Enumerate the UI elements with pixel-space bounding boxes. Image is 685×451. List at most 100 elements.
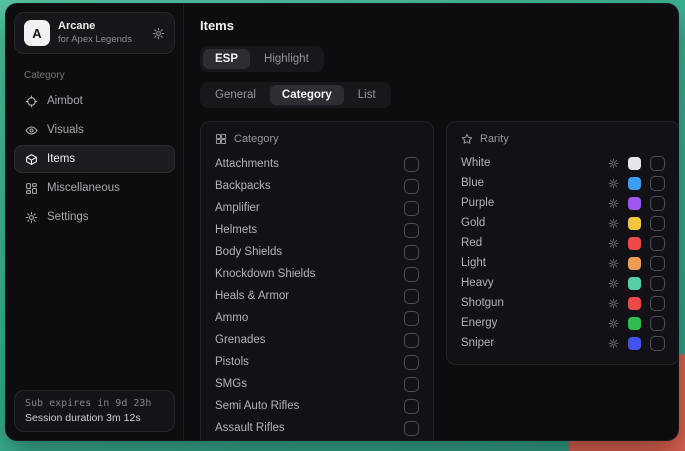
- category-row-label: Amplifier: [215, 202, 404, 214]
- color-swatch[interactable]: [628, 337, 641, 350]
- rarity-row-label: Sniper: [461, 337, 608, 349]
- tab-esp[interactable]: ESP: [203, 49, 250, 69]
- checkbox[interactable]: [404, 355, 419, 370]
- eye-icon: [25, 124, 38, 137]
- rarity-row: Light: [461, 253, 665, 273]
- rarity-row: Sniper: [461, 333, 665, 353]
- sidebar-item-label: Settings: [47, 211, 89, 223]
- tab-list[interactable]: List: [346, 85, 388, 105]
- category-row: Backpacks: [215, 175, 419, 197]
- checkbox[interactable]: [404, 289, 419, 304]
- checkbox[interactable]: [404, 333, 419, 348]
- color-swatch[interactable]: [628, 197, 641, 210]
- gear-icon: [25, 211, 38, 224]
- checkbox[interactable]: [404, 311, 419, 326]
- color-swatch[interactable]: [628, 277, 641, 290]
- color-swatch[interactable]: [628, 217, 641, 230]
- rarity-settings-icon[interactable]: [608, 158, 619, 169]
- star-icon: [461, 133, 473, 145]
- category-row-label: Attachments: [215, 158, 404, 170]
- category-row-label: Body Shields: [215, 246, 404, 258]
- category-row: Pistols: [215, 351, 419, 373]
- brand-card: A Arcane for Apex Legends: [14, 12, 175, 54]
- gear-icon[interactable]: [152, 27, 165, 40]
- checkbox[interactable]: [404, 179, 419, 194]
- checkbox[interactable]: [650, 176, 665, 191]
- checkbox[interactable]: [650, 256, 665, 271]
- category-row-label: Semi Auto Rifles: [215, 400, 404, 412]
- sidebar-item-settings[interactable]: Settings: [14, 203, 175, 231]
- category-row: Heals & Armor: [215, 285, 419, 307]
- category-row: SMGs: [215, 373, 419, 395]
- checkbox[interactable]: [650, 276, 665, 291]
- category-row: Semi Auto Rifles: [215, 395, 419, 417]
- sidebar-item-aimbot[interactable]: Aimbot: [14, 87, 175, 115]
- rarity-row-label: Gold: [461, 217, 608, 229]
- color-swatch[interactable]: [628, 257, 641, 270]
- sidebar-item-miscellaneous[interactable]: Miscellaneous: [14, 174, 175, 202]
- checkbox[interactable]: [650, 156, 665, 171]
- rarity-row-label: Energy: [461, 317, 608, 329]
- sidebar-item-visuals[interactable]: Visuals: [14, 116, 175, 144]
- category-row: LMGs: [215, 439, 419, 441]
- rarity-settings-icon[interactable]: [608, 238, 619, 249]
- rarity-row: Red: [461, 233, 665, 253]
- checkbox[interactable]: [650, 316, 665, 331]
- rarity-settings-icon[interactable]: [608, 258, 619, 269]
- category-row: Attachments: [215, 153, 419, 175]
- brand-subtitle: for Apex Legends: [58, 34, 132, 46]
- sidebar-item-label: Items: [47, 153, 75, 165]
- brand-logo: A: [24, 20, 50, 46]
- checkbox[interactable]: [404, 223, 419, 238]
- view-tabs: General Category List: [200, 82, 391, 108]
- rarity-settings-icon[interactable]: [608, 278, 619, 289]
- color-swatch[interactable]: [628, 317, 641, 330]
- checkbox[interactable]: [404, 201, 419, 216]
- rarity-settings-icon[interactable]: [608, 338, 619, 349]
- category-panel: Category Attachments Backpacks: [200, 121, 434, 441]
- rarity-row-label: Red: [461, 237, 608, 249]
- rarity-row-label: Light: [461, 257, 608, 269]
- rarity-settings-icon[interactable]: [608, 218, 619, 229]
- checkbox[interactable]: [404, 421, 419, 436]
- app-window: A Arcane for Apex Legends Category Aimbo…: [5, 3, 679, 441]
- checkbox[interactable]: [404, 245, 419, 260]
- checkbox[interactable]: [404, 399, 419, 414]
- rarity-settings-icon[interactable]: [608, 198, 619, 209]
- category-row: Knockdown Shields: [215, 263, 419, 285]
- category-list: Attachments Backpacks Amplifier: [215, 153, 419, 441]
- rarity-settings-icon[interactable]: [608, 178, 619, 189]
- mode-tabs: ESP Highlight: [200, 46, 324, 72]
- checkbox[interactable]: [650, 196, 665, 211]
- subscription-info: Sub expires in 9d 23h Session duration 3…: [14, 390, 175, 432]
- checkbox[interactable]: [404, 267, 419, 282]
- tab-general[interactable]: General: [203, 85, 268, 105]
- checkbox[interactable]: [650, 336, 665, 351]
- tab-highlight[interactable]: Highlight: [252, 49, 321, 69]
- color-swatch[interactable]: [628, 177, 641, 190]
- rarity-settings-icon[interactable]: [608, 318, 619, 329]
- tab-category[interactable]: Category: [270, 85, 344, 105]
- rarity-row-label: Blue: [461, 177, 608, 189]
- category-panel-title: Category: [234, 133, 279, 145]
- brand-title: Arcane: [58, 20, 132, 34]
- category-row: Body Shields: [215, 241, 419, 263]
- checkbox[interactable]: [650, 236, 665, 251]
- rarity-settings-icon[interactable]: [608, 298, 619, 309]
- rarity-panel-title: Rarity: [480, 133, 509, 145]
- sub-expires-text: Sub expires in 9d 23h: [25, 398, 164, 409]
- color-swatch[interactable]: [628, 297, 641, 310]
- color-swatch[interactable]: [628, 157, 641, 170]
- checkbox[interactable]: [404, 157, 419, 172]
- checkbox[interactable]: [650, 296, 665, 311]
- checkbox[interactable]: [650, 216, 665, 231]
- rarity-row-label: Shotgun: [461, 297, 608, 309]
- checkbox[interactable]: [404, 377, 419, 392]
- category-row: Amplifier: [215, 197, 419, 219]
- dashboard-icon: [25, 182, 38, 195]
- sidebar-item-label: Aimbot: [47, 95, 83, 107]
- category-row-label: Grenades: [215, 334, 404, 346]
- color-swatch[interactable]: [628, 237, 641, 250]
- category-row-label: Ammo: [215, 312, 404, 324]
- sidebar-item-items[interactable]: Items: [14, 145, 175, 173]
